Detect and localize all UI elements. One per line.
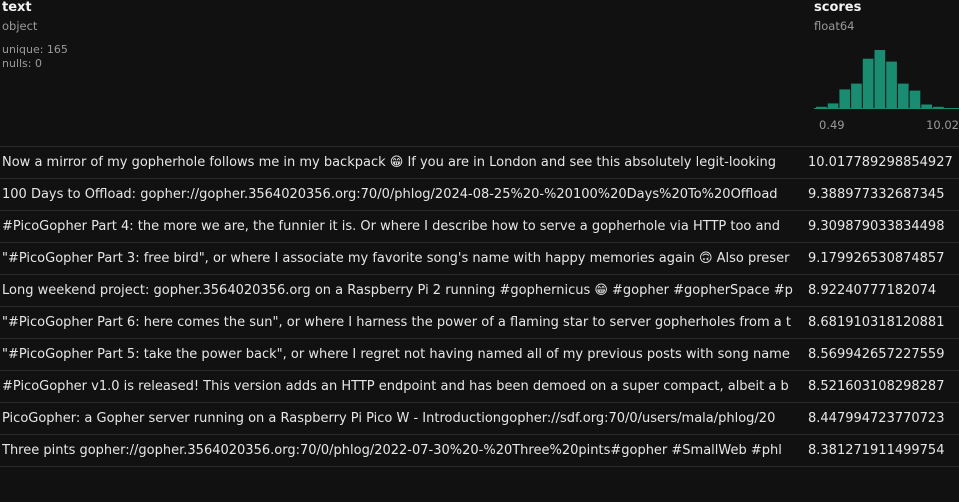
- column-name: text: [2, 0, 32, 15]
- score-cell[interactable]: 8.569942657227559: [808, 339, 959, 370]
- column-stats: unique: 165 nulls: 0: [2, 43, 802, 71]
- score-cell[interactable]: 8.92240777182074: [808, 275, 959, 306]
- table-body: Now a mirror of my gopherhole follows me…: [0, 146, 959, 467]
- histogram-bar: [862, 58, 874, 108]
- text-cell[interactable]: "#PicoGopher Part 5: take the power back…: [2, 339, 803, 370]
- score-cell[interactable]: 8.381271911499754: [808, 435, 959, 466]
- histogram-bar: [816, 106, 827, 108]
- score-cell[interactable]: 10.017789298854927: [808, 147, 959, 178]
- column-dtype: float64: [814, 19, 855, 33]
- score-cell[interactable]: 8.447994723770723: [808, 403, 959, 434]
- text-cell[interactable]: "#PicoGopher Part 3: free bird", or wher…: [2, 243, 803, 274]
- score-cell[interactable]: 9.309879033834498: [808, 211, 959, 242]
- null-count: nulls: 0: [2, 57, 42, 70]
- histogram-bar: [839, 89, 851, 108]
- table-row[interactable]: #PicoGopher v1.0 is released! This versi…: [0, 371, 959, 403]
- histogram-max-label: 10.02: [926, 118, 959, 132]
- score-cell[interactable]: 8.681910318120881: [808, 307, 959, 338]
- scores-histogram: [814, 50, 959, 109]
- text-cell[interactable]: "#PicoGopher Part 6: here comes the sun"…: [2, 307, 803, 338]
- table-row[interactable]: "#PicoGopher Part 5: take the power back…: [0, 339, 959, 371]
- text-cell[interactable]: Long weekend project: gopher.3564020356.…: [2, 275, 803, 306]
- histogram-bar: [933, 106, 944, 108]
- table-header: text object unique: 165 nulls: 0 scores …: [0, 0, 959, 146]
- text-cell[interactable]: Three pints gopher://gopher.3564020356.o…: [2, 435, 803, 466]
- table-row[interactable]: PicoGopher: a Gopher server running on a…: [0, 403, 959, 435]
- histogram-bar: [827, 103, 839, 108]
- histogram-bar: [874, 50, 886, 108]
- histogram-bar: [897, 83, 909, 108]
- histogram-bar: [886, 61, 897, 108]
- histogram-min-label: 0.49: [819, 118, 845, 132]
- text-column-header[interactable]: text object unique: 165 nulls: 0: [2, 0, 802, 71]
- unique-count: unique: 165: [2, 43, 68, 56]
- text-cell[interactable]: Now a mirror of my gopherhole follows me…: [2, 147, 803, 178]
- histogram-bar: [921, 104, 932, 108]
- score-cell[interactable]: 9.179926530874857: [808, 243, 959, 274]
- table-row[interactable]: "#PicoGopher Part 3: free bird", or wher…: [0, 243, 959, 275]
- text-cell[interactable]: #PicoGopher Part 4: the more we are, the…: [2, 211, 803, 242]
- score-cell[interactable]: 9.388977332687345: [808, 179, 959, 210]
- histogram-axis: 0.49 10.02: [814, 118, 959, 134]
- text-cell[interactable]: 100 Days to Offload: gopher://gopher.356…: [2, 179, 803, 210]
- table-row[interactable]: #PicoGopher Part 4: the more we are, the…: [0, 211, 959, 243]
- score-cell[interactable]: 8.521603108298287: [808, 371, 959, 402]
- histogram-bar: [851, 83, 862, 108]
- table-row[interactable]: Three pints gopher://gopher.3564020356.o…: [0, 435, 959, 467]
- column-name: scores: [814, 0, 862, 15]
- text-cell[interactable]: PicoGopher: a Gopher server running on a…: [2, 403, 803, 434]
- table-row[interactable]: Now a mirror of my gopherhole follows me…: [0, 146, 959, 179]
- table-row[interactable]: 100 Days to Offload: gopher://gopher.356…: [0, 179, 959, 211]
- column-dtype: object: [2, 19, 38, 33]
- scores-column-header[interactable]: scores float64 0.49 10.02: [814, 0, 959, 132]
- histogram-bar: [909, 90, 921, 108]
- table-row[interactable]: "#PicoGopher Part 6: here comes the sun"…: [0, 307, 959, 339]
- table-row[interactable]: Long weekend project: gopher.3564020356.…: [0, 275, 959, 307]
- text-cell[interactable]: #PicoGopher v1.0 is released! This versi…: [2, 371, 803, 402]
